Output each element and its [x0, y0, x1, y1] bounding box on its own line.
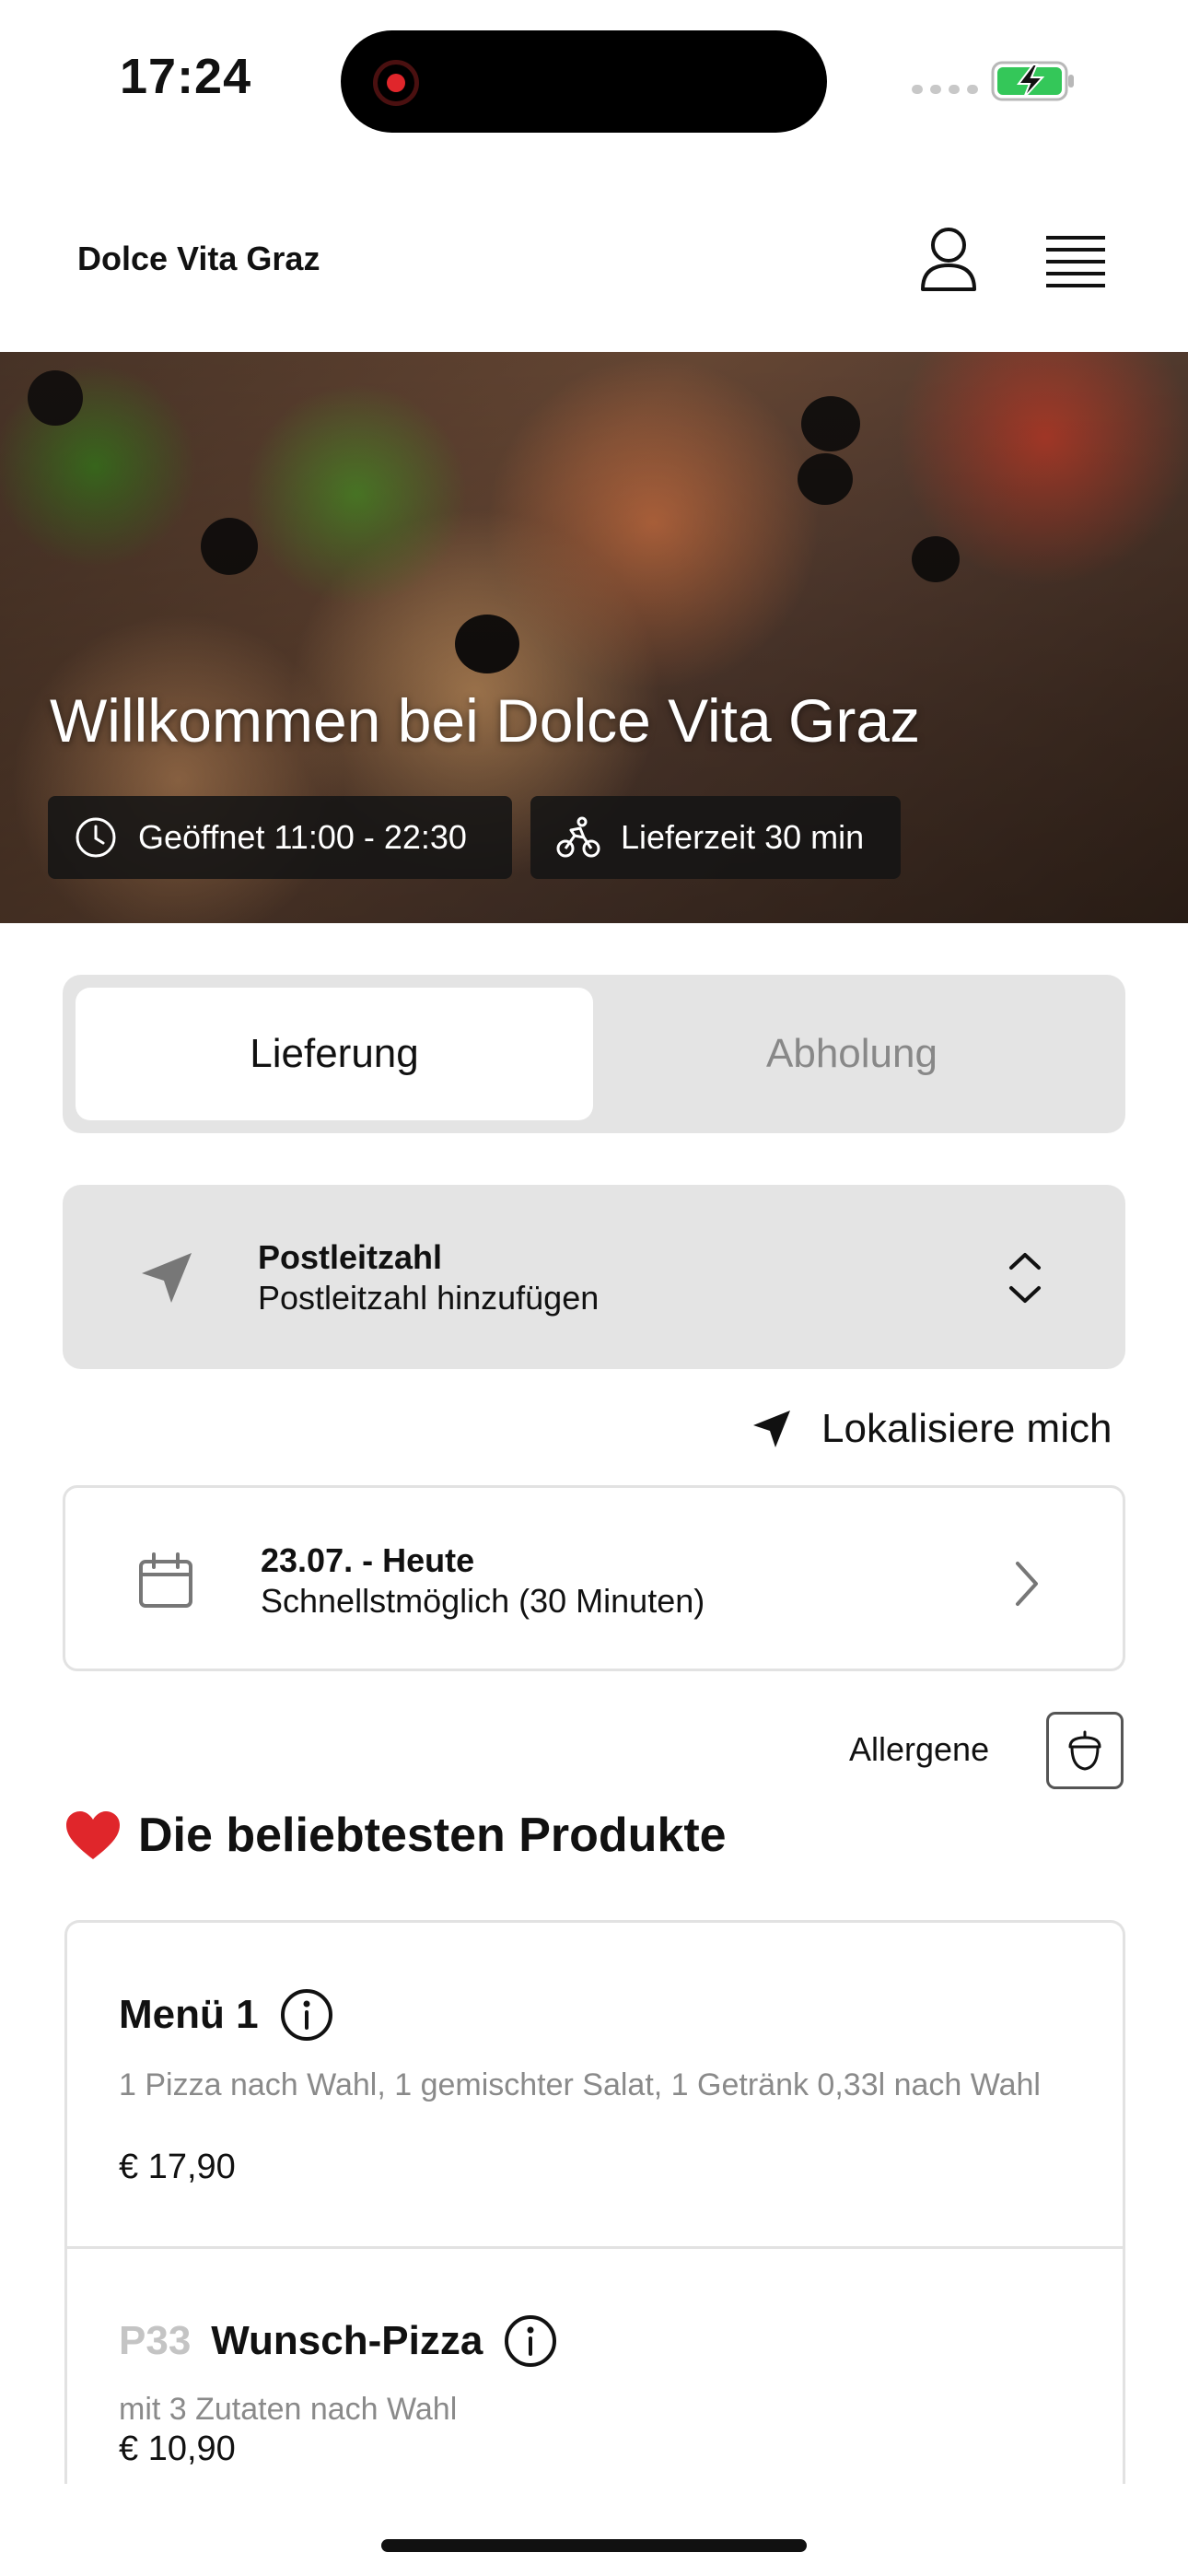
allergens-label: Allergene: [849, 1730, 990, 1768]
order-mode-toggle: Lieferung Abholung: [63, 975, 1125, 1133]
product-card[interactable]: P33 Wunsch-Pizza mit 3 Zutaten nach Wahl…: [67, 2249, 1123, 2484]
product-header: Menü 1: [119, 1987, 334, 2043]
cellular-signal-icon: [912, 85, 978, 94]
tab-delivery[interactable]: Lieferung: [76, 988, 593, 1120]
location-arrow-icon: [753, 1411, 790, 1447]
opening-hours-text: Geöffnet 11:00 - 22:30: [138, 818, 467, 856]
product-price: € 17,90: [119, 2148, 236, 2186]
hero-title: Willkommen bei Dolce Vita Graz: [50, 686, 921, 755]
heart-icon: [66, 1811, 120, 1859]
opening-hours-badge: Geöffnet 11:00 - 22:30: [48, 796, 512, 879]
battery-charging-icon: [991, 61, 1074, 101]
product-list: Menü 1 1 Pizza nach Wahl, 1 gemischter S…: [64, 1920, 1125, 2484]
product-card[interactable]: Menü 1 1 Pizza nach Wahl, 1 gemischter S…: [67, 1923, 1123, 2249]
recording-indicator-icon: [373, 60, 419, 106]
user-account-icon[interactable]: [912, 223, 985, 297]
product-code: P33: [119, 2318, 192, 2363]
postal-code-selector[interactable]: Postleitzahl Postleitzahl hinzufügen: [63, 1185, 1125, 1369]
section-title-popular: Die beliebtesten Produkte: [64, 1808, 727, 1863]
product-description: mit 3 Zutaten nach Wahl: [119, 2392, 458, 2427]
bicycle-rider-icon: [556, 816, 600, 858]
hero-banner: Willkommen bei Dolce Vita Graz Geöffnet …: [0, 352, 1188, 923]
delivery-time-option: Schnellstmöglich (30 Minuten): [261, 1582, 705, 1620]
brand-name[interactable]: Dolce Vita Graz: [77, 240, 320, 278]
home-indicator[interactable]: [381, 2539, 807, 2552]
product-name: Wunsch-Pizza: [211, 2318, 483, 2363]
status-bar: 17:24: [0, 0, 1188, 157]
acorn-icon: [1068, 1730, 1101, 1771]
chevron-up-down-icon: [1009, 1253, 1041, 1303]
locate-me-label: Lokalisiere mich: [821, 1406, 1112, 1451]
dynamic-island: [341, 30, 827, 133]
chevron-right-icon: [1016, 1562, 1038, 1606]
product-description: 1 Pizza nach Wahl, 1 gemischter Salat, 1…: [119, 2067, 1041, 2102]
allergens-button[interactable]: [1046, 1712, 1124, 1789]
delivery-date: 23.07. - Heute: [261, 1541, 475, 1579]
tab-pickup[interactable]: Abholung: [593, 988, 1111, 1120]
info-icon[interactable]: [503, 2313, 558, 2369]
info-icon[interactable]: [279, 1987, 334, 2043]
product-header: P33 Wunsch-Pizza: [119, 2313, 558, 2369]
product-name: Menü 1: [119, 1992, 259, 2037]
postal-code-label: Postleitzahl: [258, 1238, 443, 1276]
postal-code-value: Postleitzahl hinzufügen: [258, 1279, 600, 1317]
product-price: € 10,90: [119, 2430, 236, 2468]
delivery-time-badge: Lieferzeit 30 min: [530, 796, 901, 879]
status-time: 17:24: [120, 49, 252, 104]
hamburger-menu-icon[interactable]: [1041, 227, 1111, 293]
clock-icon: [76, 817, 116, 858]
delivery-date-selector[interactable]: 23.07. - Heute Schnellstmöglich (30 Minu…: [63, 1485, 1125, 1671]
location-arrow-icon: [142, 1253, 192, 1303]
locate-me-button[interactable]: Lokalisiere mich: [750, 1400, 1112, 1458]
calendar-icon: [139, 1552, 192, 1608]
delivery-time-text: Lieferzeit 30 min: [621, 818, 865, 856]
app-header: Dolce Vita Graz: [0, 184, 1188, 350]
section-title-text: Die beliebtesten Produkte: [138, 1809, 727, 1862]
